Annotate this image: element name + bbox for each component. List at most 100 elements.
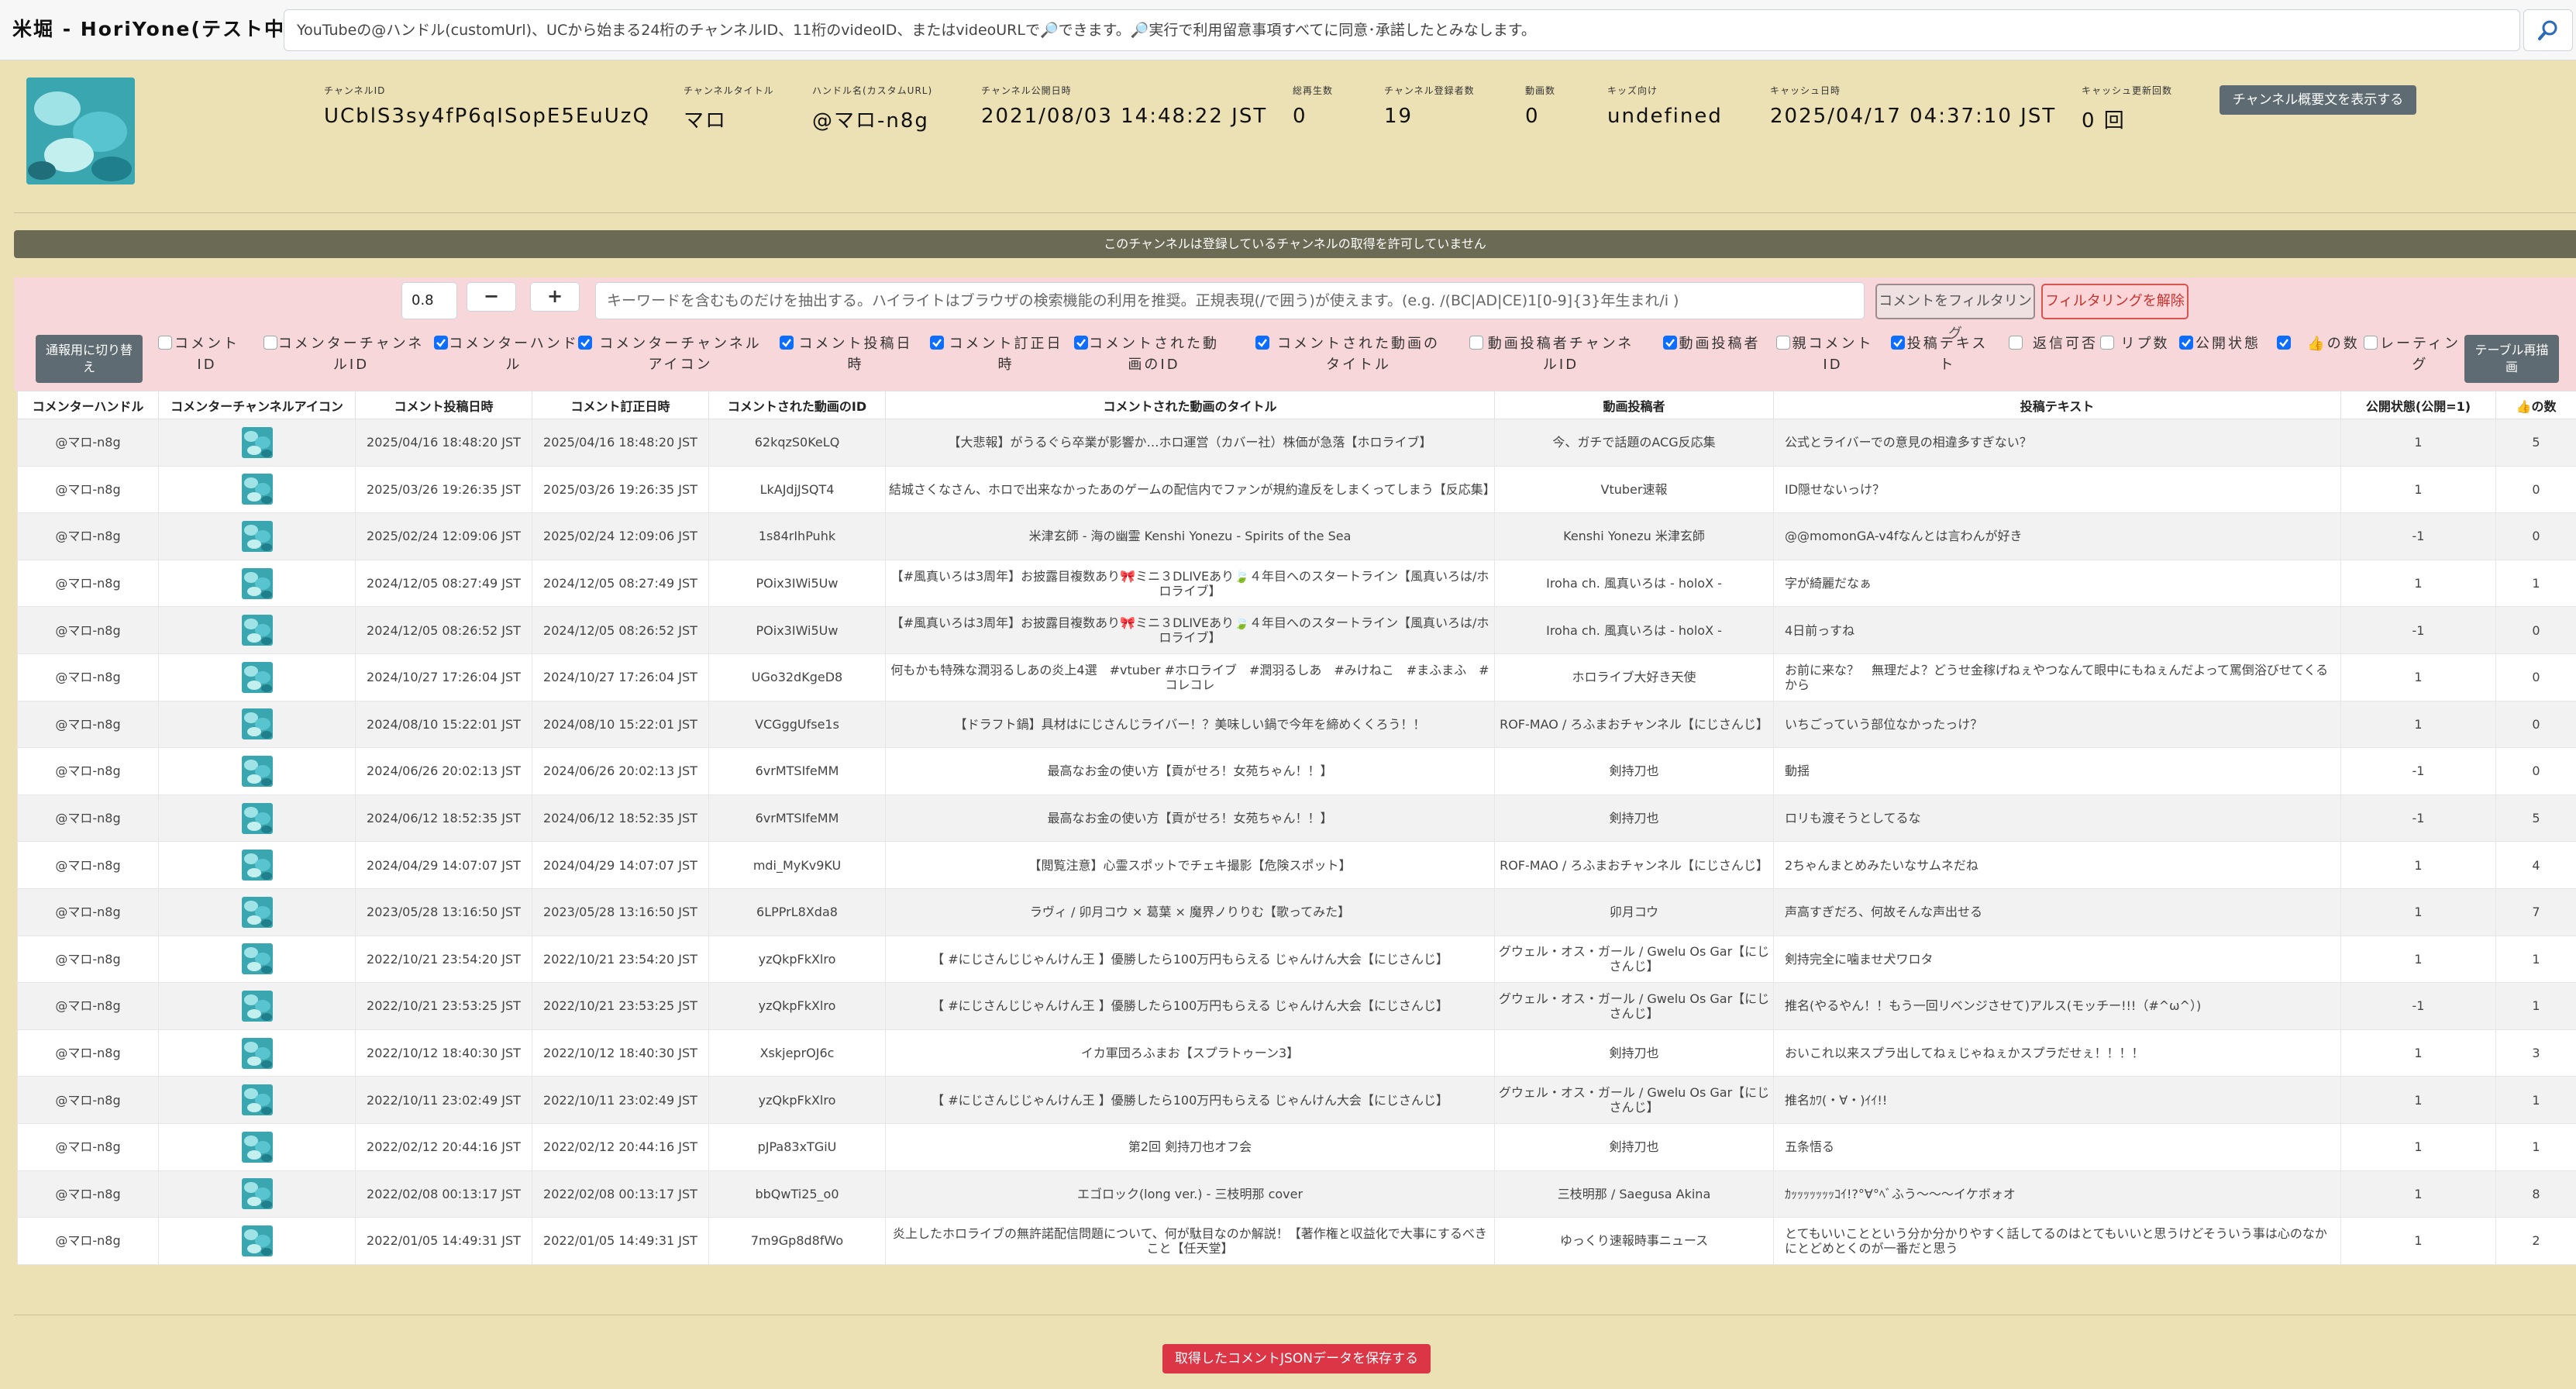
checkbox-unchecked[interactable]: [2100, 336, 2114, 350]
table-row[interactable]: @マロ-n8g 2022/10/11 23:02:49 JST 2022/10/11…: [17, 1076, 2576, 1124]
table-cell: 2024/12/05 08:27:49 JST: [355, 559, 532, 608]
column-header[interactable]: コメント投稿日時: [355, 391, 532, 419]
search-input[interactable]: YouTubeの@ハンドル(customUrl)、UCから始まる24桁のチャンネ…: [284, 9, 2520, 51]
checkbox-checked[interactable]: [1255, 336, 1269, 350]
switch-report-mode-button[interactable]: 通報用に切り替え: [36, 335, 143, 383]
column-toggle[interactable]: 動画投稿者チャンネルID: [1469, 333, 1638, 375]
checkbox-checked[interactable]: [930, 336, 944, 350]
table-row[interactable]: @マロ-n8g 2022/01/05 14:49:31 JST 2022/01/05…: [17, 1217, 2576, 1265]
checkbox-unchecked[interactable]: [1469, 336, 1483, 350]
column-toggle-label: コメンターチャンネルアイコン: [599, 336, 762, 373]
column-header[interactable]: 👍の数: [2495, 391, 2576, 419]
table-row[interactable]: @マロ-n8g 2024/06/12 18:52:35 JST 2024/06/12…: [17, 794, 2576, 843]
table-row[interactable]: @マロ-n8g 2022/10/12 18:40:30 JST 2022/10/12…: [17, 1029, 2576, 1077]
zoom-plus-button[interactable]: +: [530, 282, 580, 312]
table-row[interactable]: @マロ-n8g 2024/08/10 15:22:01 JST 2024/08/10…: [17, 700, 2576, 749]
column-toggle[interactable]: 投稿テキスト: [1891, 333, 1990, 375]
table-cell: とてもいいことという分か分かりやすく話してるのはとてもいいと思うけどそういう事は…: [1773, 1217, 2341, 1265]
column-toggle[interactable]: コメンターチャンネルID: [263, 333, 425, 375]
table-row[interactable]: @マロ-n8g 2024/12/05 08:26:52 JST 2024/12/05…: [17, 606, 2576, 654]
avatar[interactable]: [241, 1225, 273, 1256]
table-cell: 2022/02/08 00:13:17 JST: [355, 1170, 532, 1218]
column-toggle[interactable]: リプ数: [2100, 333, 2176, 354]
table-row[interactable]: @マロ-n8g 2022/10/21 23:53:25 JST 2022/10/21…: [17, 982, 2576, 1030]
table-row[interactable]: @マロ-n8g 2024/06/26 20:02:13 JST 2024/06/26…: [17, 747, 2576, 795]
column-header[interactable]: 動画投稿者: [1494, 391, 1774, 419]
search-button[interactable]: [2523, 9, 2573, 51]
table-row[interactable]: @マロ-n8g 2024/12/05 08:27:49 JST 2024/12/05…: [17, 559, 2576, 608]
table-row[interactable]: @マロ-n8g 2024/04/29 14:07:07 JST 2024/04/29…: [17, 841, 2576, 889]
column-toggle[interactable]: コメント訂正日時: [930, 333, 1068, 375]
avatar[interactable]: [241, 426, 273, 458]
zoom-minus-button[interactable]: −: [467, 282, 516, 312]
column-header[interactable]: 投稿テキスト: [1773, 391, 2341, 419]
column-header[interactable]: コメンターハンドル: [17, 391, 159, 419]
column-toggle[interactable]: レーティング: [2364, 333, 2463, 375]
column-toggle[interactable]: 動画投稿者: [1663, 333, 1762, 354]
checkbox-checked[interactable]: [578, 336, 592, 350]
checkbox-unchecked[interactable]: [158, 336, 172, 350]
checkbox-checked[interactable]: [1074, 336, 1088, 350]
table-row[interactable]: @マロ-n8g 2022/02/08 00:13:17 JST 2022/02/08…: [17, 1170, 2576, 1218]
avatar[interactable]: [241, 850, 273, 881]
table-row[interactable]: @マロ-n8g 2022/10/21 23:54:20 JST 2022/10/21…: [17, 935, 2576, 984]
filter-button[interactable]: コメントをフィルタリング: [1875, 284, 2035, 342]
checkbox-unchecked[interactable]: [2364, 336, 2378, 350]
avatar[interactable]: [241, 1084, 273, 1116]
column-toggle[interactable]: コメンターチャンネルアイコン: [578, 333, 769, 375]
avatar[interactable]: [241, 1131, 273, 1163]
checkbox-unchecked[interactable]: [2009, 336, 2023, 350]
column-header[interactable]: コメントされた動画のID: [708, 391, 886, 419]
column-toggle[interactable]: 公開状態: [2179, 333, 2263, 354]
column-header[interactable]: コメンターチャンネルアイコン: [158, 391, 356, 419]
table-row[interactable]: @マロ-n8g 2022/02/12 20:44:16 JST 2022/02/12…: [17, 1122, 2576, 1171]
table-redraw-button[interactable]: テーブル再描画: [2464, 335, 2559, 383]
show-description-button[interactable]: チャンネル概要文を表示する: [2220, 85, 2416, 115]
column-toggle[interactable]: 親コメントID: [1776, 333, 1875, 375]
avatar[interactable]: [241, 943, 273, 975]
avatar[interactable]: [241, 474, 273, 505]
column-toggle[interactable]: 👍の数: [2277, 333, 2376, 354]
avatar[interactable]: [241, 661, 273, 693]
column-toggle[interactable]: 返信可否: [2009, 333, 2108, 354]
table-row[interactable]: @マロ-n8g 2025/04/16 18:48:20 JST 2025/04/16…: [17, 419, 2576, 467]
save-json-button[interactable]: 取得したコメントJSONデータを保存する: [1162, 1344, 1431, 1373]
table-row[interactable]: @マロ-n8g 2025/02/24 12:09:06 JST 2025/02/24…: [17, 512, 2576, 560]
unfilter-button[interactable]: フィルタリングを解除: [2041, 284, 2189, 319]
avatar[interactable]: [241, 1178, 273, 1210]
table-row[interactable]: @マロ-n8g 2023/05/28 13:16:50 JST 2023/05/28…: [17, 888, 2576, 936]
column-toggle[interactable]: コメント投稿日時: [780, 333, 918, 375]
avatar[interactable]: [241, 520, 273, 552]
checkbox-checked[interactable]: [2179, 336, 2193, 350]
avatar[interactable]: [241, 1037, 273, 1069]
table-cell: 2022/10/21 23:54:20 JST: [532, 935, 709, 984]
avatar[interactable]: [241, 802, 273, 834]
column-toggle[interactable]: コメントされた動画のタイトル: [1255, 333, 1448, 375]
checkbox-checked[interactable]: [2277, 336, 2291, 350]
keyword-input[interactable]: キーワードを含むものだけを抽出する。ハイライトはブラウザの検索機能の利用を推奨。…: [595, 282, 1865, 319]
column-toggle-label: レーティング: [2380, 336, 2461, 373]
avatar[interactable]: [241, 990, 273, 1022]
avatar[interactable]: [241, 896, 273, 928]
checkbox-checked[interactable]: [1663, 336, 1677, 350]
stat-cache-count: キャッシュ更新回数 0 回: [2082, 84, 2172, 133]
zoom-input[interactable]: 0.8: [401, 282, 457, 319]
avatar[interactable]: [241, 567, 273, 599]
checkbox-checked[interactable]: [780, 336, 794, 350]
checkbox-checked[interactable]: [1891, 336, 1905, 350]
table-cell: 2024/08/10 15:22:01 JST: [355, 700, 532, 749]
checkbox-checked[interactable]: [434, 336, 448, 350]
column-toggle[interactable]: コメントされた動画のID: [1074, 333, 1220, 375]
checkbox-unchecked[interactable]: [1776, 336, 1790, 350]
table-row[interactable]: @マロ-n8g 2024/10/27 17:26:04 JST 2024/10/27…: [17, 653, 2576, 701]
checkbox-unchecked[interactable]: [263, 336, 277, 350]
column-toggle[interactable]: コメントID: [158, 333, 242, 375]
avatar[interactable]: [241, 708, 273, 740]
column-toggle[interactable]: コメンターハンドル: [434, 333, 580, 375]
avatar[interactable]: [241, 615, 273, 646]
column-header[interactable]: コメントされた動画のタイトル: [885, 391, 1495, 419]
avatar[interactable]: [241, 755, 273, 787]
table-row[interactable]: @マロ-n8g 2025/03/26 19:26:35 JST 2025/03/26…: [17, 465, 2576, 514]
column-header[interactable]: コメント訂正日時: [532, 391, 709, 419]
column-header[interactable]: 公開状態(公開=1): [2340, 391, 2496, 419]
